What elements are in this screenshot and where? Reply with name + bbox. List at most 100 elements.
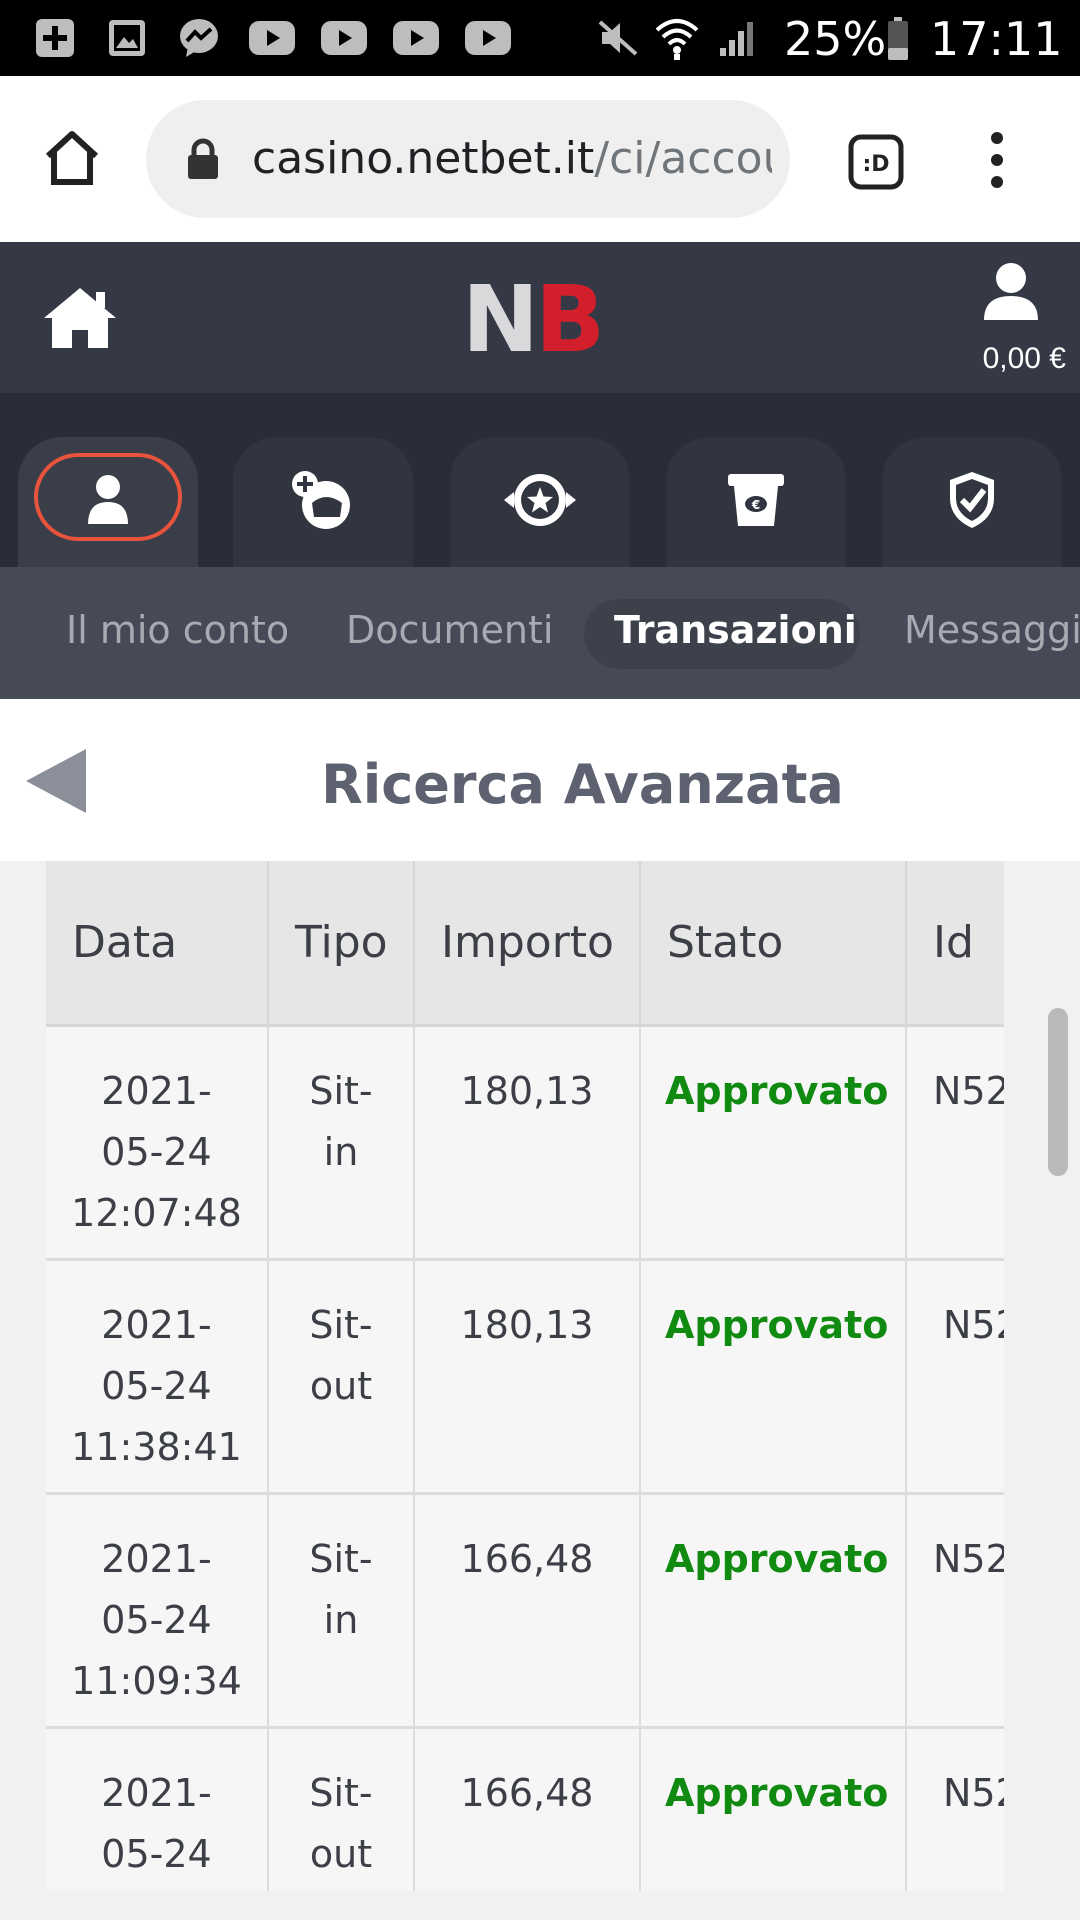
- account-icon-tabs: €: [0, 393, 1080, 567]
- cell-importo: 180,13: [414, 1259, 641, 1495]
- time-line: 12:07:48: [71, 1190, 242, 1235]
- wifi-icon: [652, 0, 702, 76]
- cell-date: 2021- 05-24 11:38:41: [46, 1259, 269, 1495]
- signal-icon: [716, 0, 760, 76]
- youtube-icon: [460, 0, 516, 76]
- page-bottom: [0, 1891, 1080, 1920]
- table-row[interactable]: 2021- 05-24 Sit-out 166,48 Approvato N52: [46, 1727, 1004, 1891]
- cell-id: N52: [906, 1025, 1004, 1261]
- column-header-stato[interactable]: Stato: [640, 861, 907, 1027]
- tab-security[interactable]: [882, 437, 1062, 567]
- cell-tipo: Sit-in: [268, 1493, 415, 1729]
- cell-id: N52: [906, 1259, 1004, 1495]
- battery-icon: [886, 0, 910, 76]
- account-icon: [86, 474, 130, 530]
- status-bar: 25% 17:11: [0, 0, 1080, 76]
- netbet-logo[interactable]: N B: [462, 266, 606, 373]
- url-text: casino.netbet.it/ci/account: [252, 100, 772, 218]
- date-line: 05-24: [101, 1129, 212, 1174]
- subnav-transazioni[interactable]: Transazioni: [614, 567, 857, 699]
- tipo-line: Sit-: [309, 1302, 373, 1347]
- page-title-bar: Ricerca Avanzata: [0, 699, 1080, 861]
- column-header-importo[interactable]: Importo: [414, 861, 641, 1027]
- withdraw-icon: €: [726, 472, 786, 532]
- tab-account[interactable]: [18, 437, 198, 567]
- bonus-star-icon: [502, 472, 578, 532]
- date-line: 05-24: [101, 1363, 212, 1408]
- deposit-icon: [290, 469, 356, 535]
- user-icon[interactable]: [980, 260, 1042, 322]
- subnav-messaggi[interactable]: Messaggi: [904, 567, 1080, 699]
- menu-dots-icon[interactable]: [982, 130, 1012, 190]
- column-header-tipo[interactable]: Tipo: [268, 861, 415, 1027]
- cell-date: 2021- 05-24: [46, 1727, 269, 1891]
- messenger-icon: [174, 0, 224, 76]
- transactions-table: Data Tipo Importo Stato Id 2021- 05-24 12:…: [46, 861, 1004, 1891]
- tipo-line: in: [323, 1597, 359, 1642]
- cell-importo: 166,48: [414, 1727, 641, 1891]
- logo-letter-b: B: [535, 266, 606, 373]
- date-line: 05-24: [101, 1831, 212, 1876]
- tab-withdraw[interactable]: €: [666, 437, 846, 567]
- cell-stato: Approvato: [640, 1259, 907, 1495]
- cell-tipo: Sit-out: [268, 1259, 415, 1495]
- home-icon[interactable]: [40, 126, 104, 190]
- battery-percent: 25%: [784, 12, 887, 66]
- tab-deposit[interactable]: [233, 437, 413, 567]
- svg-text:€: €: [751, 498, 760, 512]
- site-home-icon[interactable]: [42, 286, 118, 350]
- cell-date: 2021- 05-24 11:09:34: [46, 1493, 269, 1729]
- vertical-scrollbar[interactable]: [1048, 1008, 1068, 1176]
- cell-stato: Approvato: [640, 1493, 907, 1729]
- mute-icon: [596, 0, 640, 76]
- date-line: 2021-: [101, 1068, 212, 1113]
- youtube-icon: [388, 0, 444, 76]
- tipo-line: out: [309, 1363, 373, 1408]
- address-bar[interactable]: casino.netbet.it/ci/account: [146, 100, 790, 218]
- table-row[interactable]: 2021- 05-24 11:09:34 Sit-in 166,48 Approva…: [46, 1493, 1004, 1729]
- table-header-row: Data Tipo Importo Stato Id: [46, 861, 1004, 1027]
- logo-letter-n: N: [462, 266, 539, 373]
- date-line: 2021-: [101, 1770, 212, 1815]
- url-path: /ci/account: [594, 133, 772, 184]
- cell-tipo: Sit-out: [268, 1727, 415, 1891]
- add-box-icon: [30, 0, 80, 76]
- cell-id: N52: [906, 1727, 1004, 1891]
- tipo-line: Sit-: [309, 1770, 373, 1815]
- tipo-line: in: [323, 1129, 359, 1174]
- column-header-id[interactable]: Id: [906, 861, 1004, 1027]
- time-line: 11:09:34: [71, 1658, 242, 1703]
- tipo-line: Sit-: [309, 1068, 373, 1113]
- tipo-line: Sit-: [309, 1536, 373, 1581]
- cell-importo: 180,13: [414, 1025, 641, 1261]
- url-host: casino.netbet.it: [252, 133, 595, 184]
- cell-importo: 166,48: [414, 1493, 641, 1729]
- cell-tipo: Sit-in: [268, 1025, 415, 1261]
- date-line: 2021-: [101, 1302, 212, 1347]
- lock-icon: [186, 138, 220, 184]
- cell-stato: Approvato: [640, 1025, 907, 1261]
- tab-switcher-icon[interactable]: :D: [848, 134, 904, 190]
- tab-bonus[interactable]: [450, 437, 630, 567]
- cell-id: N52: [906, 1493, 1004, 1729]
- time-line: 11:38:41: [71, 1424, 242, 1469]
- site-header: N B 0,00 €: [0, 242, 1080, 393]
- account-balance[interactable]: 0,00 €: [983, 342, 1066, 376]
- table-row[interactable]: 2021- 05-24 11:38:41 Sit-out 180,13 Approv…: [46, 1259, 1004, 1495]
- image-icon: [102, 0, 152, 76]
- clock: 17:11: [930, 12, 1063, 66]
- cell-stato: Approvato: [640, 1727, 907, 1891]
- svg-text::D: :D: [862, 152, 889, 177]
- security-shield-icon: [947, 470, 997, 534]
- account-sub-nav: Il mio conto Documenti Transazioni Messa…: [0, 567, 1080, 699]
- date-line: 2021-: [101, 1536, 212, 1581]
- transactions-table-container[interactable]: Data Tipo Importo Stato Id 2021- 05-24 12:…: [46, 861, 1004, 1891]
- browser-toolbar: casino.netbet.it/ci/account :D: [0, 76, 1080, 242]
- table-row[interactable]: 2021- 05-24 12:07:48 Sit-in 180,13 Approva…: [46, 1025, 1004, 1261]
- subnav-il-mio-conto[interactable]: Il mio conto: [66, 567, 289, 699]
- cell-date: 2021- 05-24 12:07:48: [46, 1025, 269, 1261]
- column-header-data[interactable]: Data: [46, 861, 269, 1027]
- subnav-documenti[interactable]: Documenti: [346, 567, 553, 699]
- date-line: 05-24: [101, 1597, 212, 1642]
- page-title: Ricerca Avanzata: [321, 753, 844, 816]
